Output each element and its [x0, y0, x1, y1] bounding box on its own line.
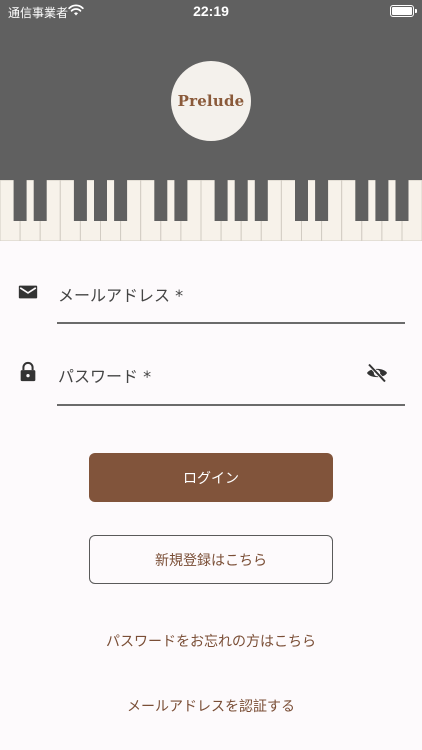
lock-icon	[20, 361, 36, 382]
black-key	[154, 180, 168, 221]
app-header: Prelude	[0, 22, 422, 180]
piano-keyboard-banner	[0, 180, 422, 241]
password-label: パスワード *	[58, 367, 152, 386]
password-underline	[57, 404, 405, 406]
black-key	[33, 180, 47, 221]
forgot-password-link[interactable]: パスワードをお忘れの方はこちら	[0, 631, 422, 651]
black-key	[73, 180, 87, 221]
register-button[interactable]: 新規登録はこちら	[89, 535, 333, 584]
eye-off-icon[interactable]	[365, 361, 389, 385]
email-label: メールアドレス *	[58, 286, 184, 305]
black-key	[174, 180, 188, 221]
email-field[interactable]: メールアドレス *	[0, 262, 422, 324]
black-key	[375, 180, 389, 221]
black-key	[254, 180, 268, 221]
app-logo: Prelude	[171, 61, 251, 141]
black-key	[214, 180, 228, 221]
black-key	[355, 180, 369, 221]
logo-text: Prelude	[177, 92, 245, 110]
login-button[interactable]: ログイン	[89, 453, 333, 502]
black-key	[315, 180, 329, 221]
clock: 22:19	[193, 3, 229, 19]
black-key	[114, 180, 128, 221]
email-underline	[57, 322, 405, 324]
battery-icon	[390, 5, 417, 17]
black-key	[94, 180, 107, 221]
status-bar: 通信事業者 22:19	[0, 0, 422, 22]
black-key	[395, 180, 409, 221]
piano-keys	[0, 180, 422, 241]
verify-email-link[interactable]: メールアドレスを認証する	[0, 696, 422, 716]
black-key	[295, 180, 308, 221]
password-field[interactable]: パスワード *	[0, 343, 422, 406]
black-key	[13, 180, 27, 221]
mail-icon	[18, 285, 38, 299]
black-key	[234, 180, 248, 221]
